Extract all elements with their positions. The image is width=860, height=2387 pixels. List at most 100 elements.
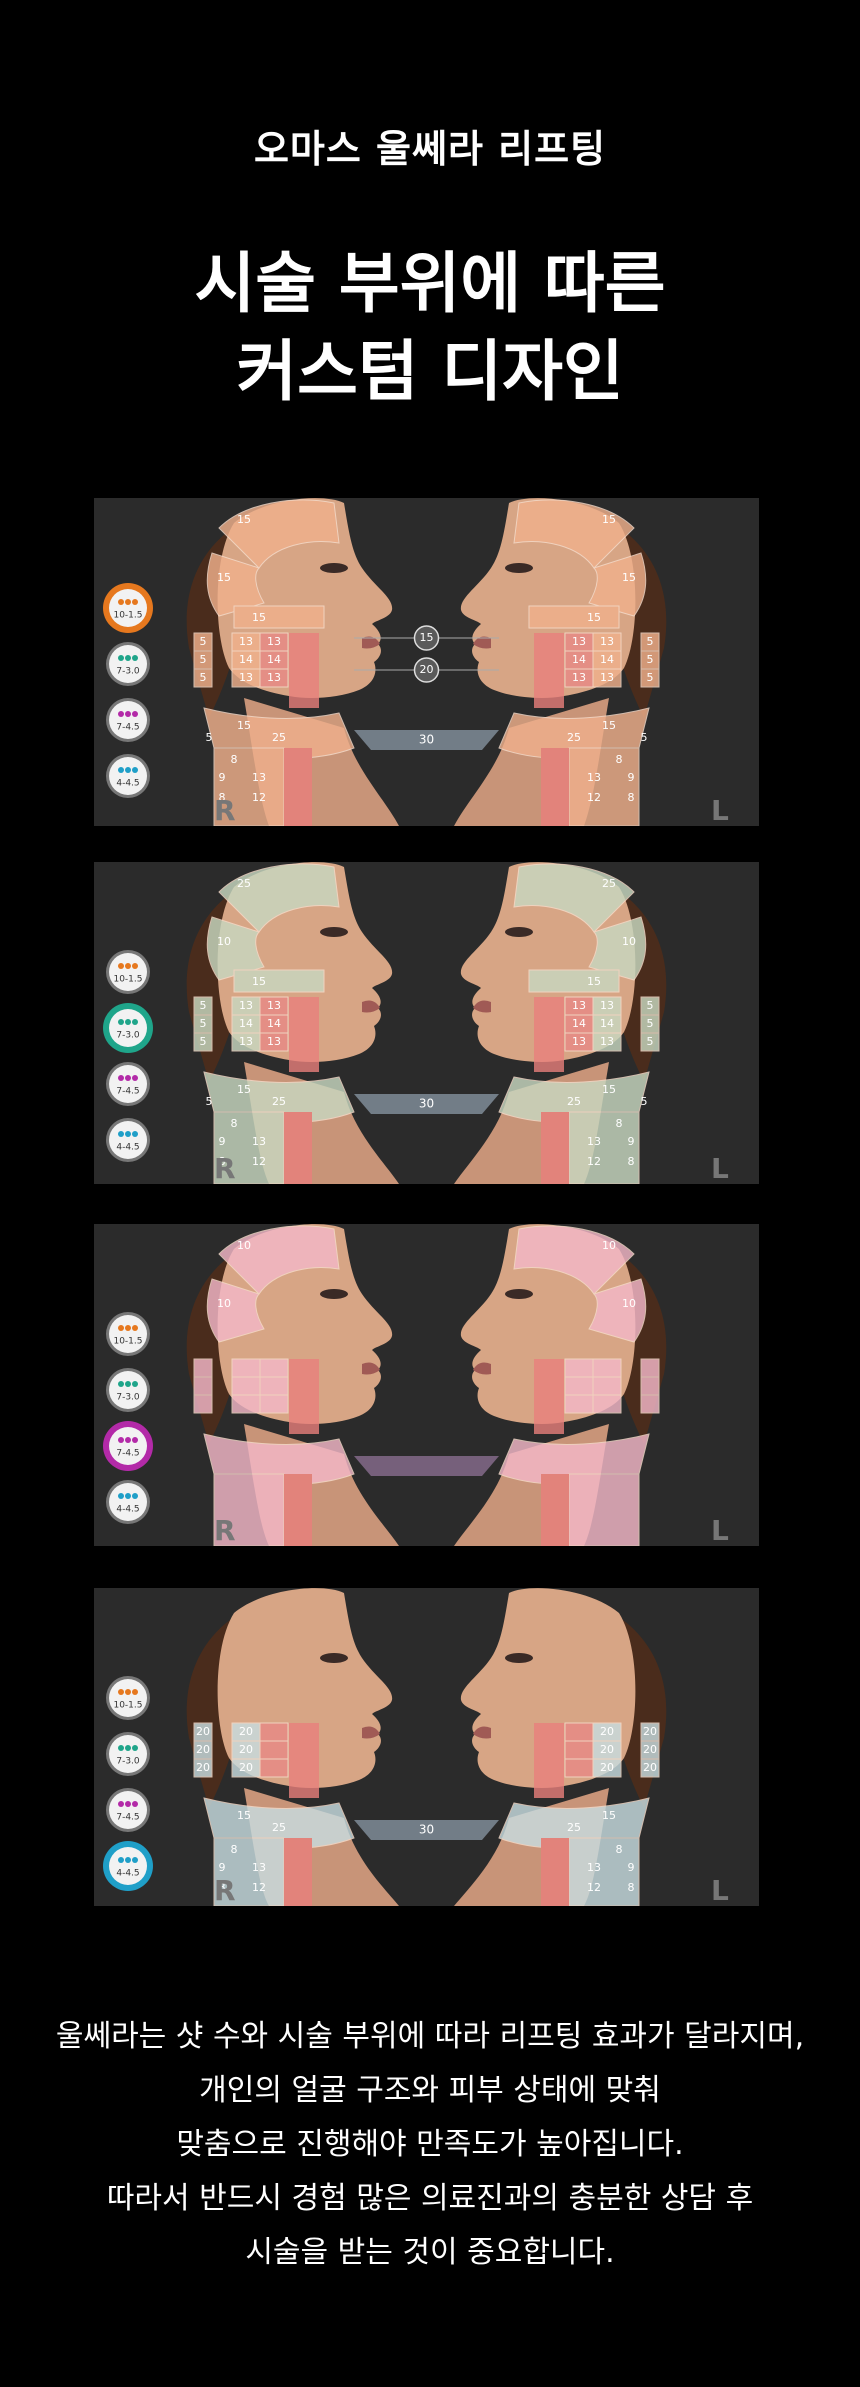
description-line: 따라서 반드시 경험 많은 의료진과의 충분한 상담 후: [106, 2181, 754, 2216]
cartridge-label: 10-1.5: [113, 1701, 142, 1711]
forehead-count: 10: [602, 1239, 616, 1252]
neck-band-count: 30: [419, 733, 434, 747]
face-grid-cell: [592, 1394, 622, 1414]
depth-dot: [125, 1689, 131, 1695]
cartridge-label: 4-4.5: [116, 779, 139, 789]
cartridge-7-4.5[interactable]: 7-4.5: [103, 1421, 153, 1471]
cartridge-4-4.5[interactable]: 4-4.5: [106, 1480, 150, 1524]
cartridge-7-3.0[interactable]: 7-3.0: [106, 1368, 150, 1412]
cheek-top-count: 15: [252, 611, 266, 624]
cartridge-4-4.5[interactable]: 4-4.5: [106, 1118, 150, 1162]
neck-count: 5: [641, 1095, 648, 1108]
side-label-right: R: [214, 1514, 236, 1546]
cartridge-label: 10-1.5: [113, 611, 142, 621]
depth-dot: [118, 1131, 124, 1137]
face-grid-count: 14: [239, 1017, 253, 1030]
neck-count: 9: [219, 1135, 226, 1148]
cheek-top-zone: [233, 969, 325, 993]
cartridge-10-1.5[interactable]: 10-1.5: [106, 950, 150, 994]
neck-lower-zone: [568, 1111, 640, 1184]
neck-column: [284, 1112, 312, 1184]
cartridge-label: 10-1.5: [113, 975, 142, 985]
face-grid-count: 13: [572, 1035, 586, 1048]
cheek-top-count: 15: [587, 611, 601, 624]
face-grid-count: 13: [267, 999, 281, 1012]
face-grid-count: 5: [200, 1017, 207, 1030]
cartridge-label: 7-4.5: [116, 1087, 139, 1097]
neck-count: 13: [587, 771, 601, 784]
face-grid-count: 13: [239, 999, 253, 1012]
cartridge-face: [109, 1121, 147, 1159]
neck-count: 25: [567, 731, 581, 744]
neck-lower-zone: [568, 747, 640, 826]
cartridge-7-3.0[interactable]: 7-3.0: [106, 642, 150, 686]
face-grid-cell: [259, 1394, 289, 1414]
face-grid-count: 20: [239, 1743, 253, 1756]
face-grid-cell: [564, 1376, 594, 1396]
description-line: 시술을 받는 것이 중요합니다.: [245, 2235, 615, 2270]
side-label-left: L: [711, 1514, 729, 1546]
face-grid-count: 13: [600, 999, 614, 1012]
face-grid-cell: [231, 1376, 261, 1396]
title-line-1: 시술 부위에 따른: [194, 245, 666, 322]
depth-dot: [125, 1325, 131, 1331]
eye: [320, 1289, 348, 1299]
depth-dot: [132, 1801, 138, 1807]
face-grid-count: 5: [200, 653, 207, 666]
neck-count: 5: [641, 731, 648, 744]
neck-count: 25: [567, 1095, 581, 1108]
jaw-column: [289, 1723, 319, 1798]
depth-dot: [125, 1131, 131, 1137]
neck-count: 8: [628, 791, 635, 804]
cartridge-label: 7-3.0: [116, 1757, 140, 1767]
cartridge-7-4.5[interactable]: 7-4.5: [106, 1062, 150, 1106]
jaw-column: [534, 633, 564, 708]
eye: [505, 1289, 533, 1299]
cheek-top-zone: [233, 605, 325, 629]
face-grid-cell: [259, 1740, 289, 1760]
neck-count: 9: [628, 1135, 635, 1148]
cheek-top-count: 15: [587, 975, 601, 988]
face-grid-cell: [193, 1394, 213, 1414]
cartridge-7-4.5[interactable]: 7-4.5: [106, 698, 150, 742]
cartridge-10-1.5[interactable]: 10-1.5: [103, 583, 153, 633]
cartridge-face: [109, 1679, 147, 1717]
face-grid-cell: [564, 1758, 594, 1778]
side-label-right: R: [214, 1874, 236, 1906]
depth-dot: [132, 767, 138, 773]
cartridge-10-1.5[interactable]: 10-1.5: [106, 1312, 150, 1356]
face-grid-cell: [564, 1722, 594, 1742]
jaw-column: [534, 1723, 564, 1798]
neck-column: [541, 1474, 569, 1546]
face-grid-count: 20: [600, 1725, 614, 1738]
face-grid-cell: [259, 1722, 289, 1742]
face-grid-cell: [193, 1358, 213, 1378]
neck-band-count: 30: [419, 1823, 434, 1837]
cartridge-label: 7-4.5: [116, 1813, 139, 1823]
face-grid-count: 20: [239, 1725, 253, 1738]
depth-dot: [125, 1437, 131, 1443]
depth-dot: [132, 1075, 138, 1081]
cartridge-4-4.5[interactable]: 4-4.5: [106, 754, 150, 798]
cartridge-label: 7-4.5: [116, 723, 139, 733]
cartridge-10-1.5[interactable]: 10-1.5: [106, 1676, 150, 1720]
side-label-right: R: [214, 794, 236, 826]
depth-dot: [118, 711, 124, 717]
face-grid-count: 5: [647, 653, 654, 666]
face-grid-count: 20: [600, 1761, 614, 1774]
jaw-column: [534, 997, 564, 1072]
cartridge-face: [109, 1847, 147, 1885]
neck-count: 12: [252, 791, 266, 804]
face-grid-count: 5: [200, 671, 207, 684]
depth-dot: [125, 599, 131, 605]
depth-dot: [118, 1689, 124, 1695]
temple-count: 10: [217, 1297, 231, 1310]
depth-dot: [118, 963, 124, 969]
face-diagram: 1515155 13 135 14 145 13 131525859 138 121515155…: [94, 498, 759, 826]
cartridge-7-4.5[interactable]: 7-4.5: [106, 1788, 150, 1832]
cartridge-face: [109, 1483, 147, 1521]
cartridge-7-3.0[interactable]: 7-3.0: [106, 1732, 150, 1776]
cartridge-7-3.0[interactable]: 7-3.0: [103, 1003, 153, 1053]
face-grid-count: 14: [267, 1017, 281, 1030]
cartridge-4-4.5[interactable]: 4-4.5: [103, 1841, 153, 1891]
